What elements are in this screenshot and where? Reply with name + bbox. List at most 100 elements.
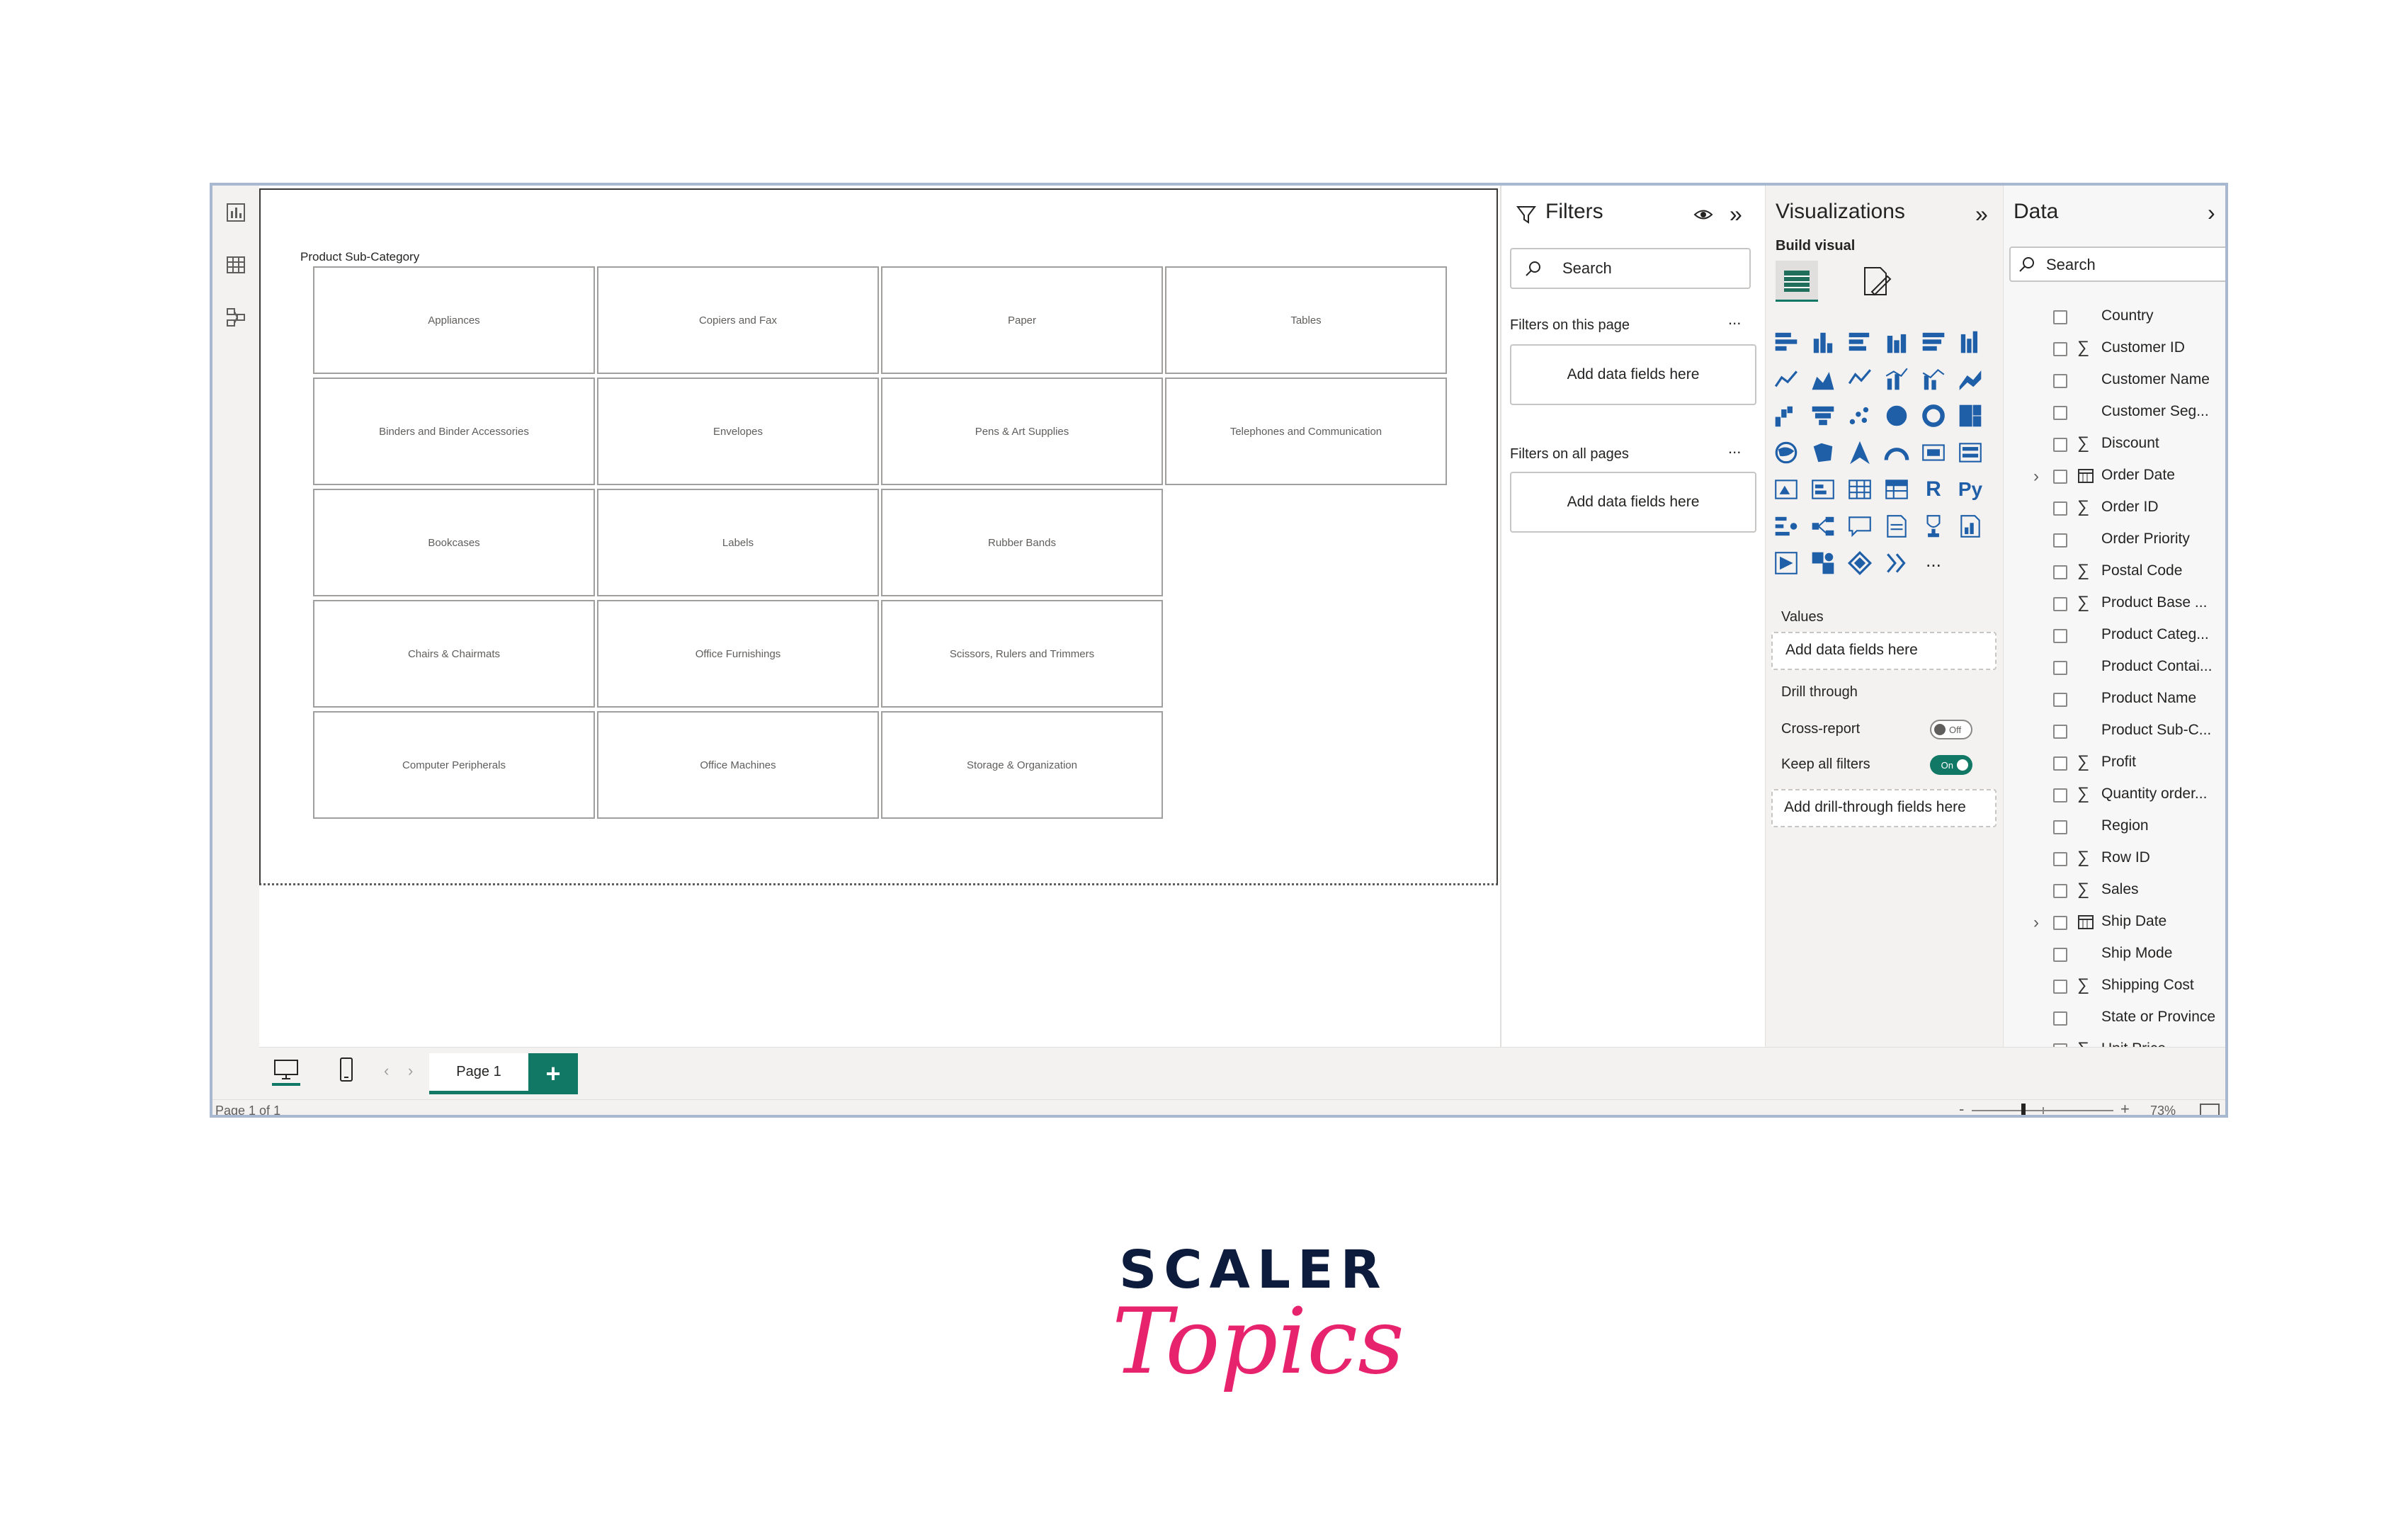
data-field-row[interactable]: › Order Date [2004, 461, 2225, 493]
treemap-visual-icon[interactable] [1957, 402, 1984, 429]
narrative-visual-icon[interactable] [1883, 513, 1910, 540]
expand-chevron-icon[interactable]: › [2033, 467, 2039, 487]
diamond-visual-icon[interactable] [1846, 550, 1873, 577]
data-field-row[interactable]: ∑ Order ID [2004, 493, 2225, 525]
slicer-visual[interactable]: Appliances Copiers and Fax Paper Tables Bind… [313, 266, 1447, 823]
field-checkbox[interactable] [2053, 310, 2067, 324]
paginated-visual-icon[interactable] [1957, 513, 1984, 540]
data-field-row[interactable]: Product Sub-C... [2004, 716, 2225, 748]
map-visual-icon[interactable] [1773, 439, 1800, 466]
area-visual-icon[interactable] [1810, 365, 1836, 392]
keep-all-filters-toggle[interactable]: On [1930, 755, 1972, 775]
field-checkbox[interactable] [2053, 756, 2067, 771]
qa-visual-icon[interactable] [1846, 513, 1873, 540]
field-checkbox[interactable] [2053, 693, 2067, 707]
data-field-row[interactable]: State or Province [2004, 1003, 2225, 1035]
zoom-out-button[interactable]: - [1959, 1100, 1964, 1115]
decomp-visual-icon[interactable] [1810, 513, 1836, 540]
zoom-level[interactable]: 73% [2150, 1104, 2176, 1115]
scatter-visual-icon[interactable] [1846, 402, 1873, 429]
slicer-visual-type-icon[interactable] [1776, 261, 1818, 302]
field-checkbox[interactable] [2053, 597, 2067, 611]
cross-report-toggle[interactable]: Off [1930, 720, 1972, 739]
desktop-layout-icon[interactable] [272, 1057, 300, 1086]
data-field-row[interactable]: ∑ Sales [2004, 875, 2225, 907]
data-field-row[interactable]: › Ship Date [2004, 907, 2225, 939]
data-field-row[interactable]: Order Priority [2004, 525, 2225, 557]
slicer-tile[interactable]: Office Machines [597, 711, 879, 819]
field-checkbox[interactable] [2053, 342, 2067, 356]
collapse-visualizations-icon[interactable]: » [1975, 201, 1988, 227]
slicer-tile[interactable]: Storage & Organization [881, 711, 1163, 819]
trophy-visual-icon[interactable] [1920, 513, 1947, 540]
slicer-tile[interactable]: Tables [1165, 266, 1447, 374]
azure-visual-icon[interactable] [1846, 439, 1873, 466]
keyinfl-visual-icon[interactable] [1773, 513, 1800, 540]
expand-chevron-icon[interactable]: › [2033, 913, 2039, 933]
field-checkbox[interactable] [2053, 1011, 2067, 1026]
mobile-layout-icon[interactable] [336, 1056, 357, 1084]
slicer-tile[interactable]: Scissors, Rulers and Trimmers [881, 600, 1163, 708]
data-field-row[interactable]: Product Name [2004, 684, 2225, 716]
data-field-row[interactable]: ∑ Row ID [2004, 844, 2225, 875]
data-field-row[interactable]: Customer Seg... [2004, 397, 2225, 429]
field-checkbox[interactable] [2053, 661, 2067, 675]
data-field-row[interactable]: ∑ Discount [2004, 429, 2225, 461]
format-visual-icon[interactable] [1859, 263, 1895, 299]
add-page-button[interactable]: + [528, 1053, 578, 1094]
column-visual-icon[interactable] [1810, 329, 1836, 356]
filters-all-add-fields[interactable]: Add data fields here [1510, 472, 1756, 533]
field-checkbox[interactable] [2053, 788, 2067, 802]
field-checkbox[interactable] [2053, 374, 2067, 388]
filters-all-more-button[interactable]: ... [1728, 439, 1741, 458]
slicer-tile[interactable]: Pens & Art Supplies [881, 378, 1163, 485]
zoom-slider[interactable] [1972, 1104, 2113, 1115]
card-visual-icon[interactable] [1920, 439, 1947, 466]
field-checkbox[interactable] [2053, 406, 2067, 420]
values-add-fields[interactable]: Add data fields here [1771, 632, 1997, 670]
field-checkbox[interactable] [2053, 725, 2067, 739]
data-field-row[interactable]: ∑ Customer ID [2004, 334, 2225, 365]
field-checkbox[interactable] [2053, 980, 2067, 994]
slicer-tile[interactable]: Bookcases [313, 489, 595, 596]
field-checkbox[interactable] [2053, 470, 2067, 484]
drill-through-add-fields[interactable]: Add drill-through fields here [1771, 789, 1997, 827]
collapse-filters-icon[interactable]: » [1730, 201, 1742, 227]
previous-page-icon[interactable]: ‹ [384, 1062, 389, 1080]
fit-to-page-icon[interactable] [2200, 1104, 2220, 1115]
pie-visual-icon[interactable] [1883, 402, 1910, 429]
data-field-row[interactable]: Customer Name [2004, 365, 2225, 397]
field-checkbox[interactable] [2053, 916, 2067, 930]
py-visual-icon[interactable]: Py [1957, 476, 1984, 503]
slicer-tile[interactable]: Appliances [313, 266, 595, 374]
more-visual-icon[interactable]: ... [1920, 550, 1947, 577]
data-field-row[interactable]: ∑ Postal Code [2004, 557, 2225, 589]
matrix-visual-icon[interactable] [1883, 476, 1910, 503]
r-visual-icon[interactable]: R [1920, 476, 1947, 503]
multicard-visual-icon[interactable] [1957, 439, 1984, 466]
gauge-visual-icon[interactable] [1883, 439, 1910, 466]
slicer-tile[interactable]: Office Furnishings [597, 600, 879, 708]
next-page-icon[interactable]: › [408, 1062, 413, 1080]
zoom-in-button[interactable]: + [2120, 1100, 2130, 1115]
filters-page-add-fields[interactable]: Add data fields here [1510, 344, 1756, 405]
table-view-icon[interactable] [225, 254, 247, 276]
data-field-row[interactable]: ∑ Product Base ... [2004, 589, 2225, 620]
field-checkbox[interactable] [2053, 533, 2067, 548]
data-field-row[interactable]: Product Categ... [2004, 620, 2225, 652]
area2-visual-icon[interactable] [1846, 365, 1873, 392]
kpi-visual-icon[interactable] [1773, 476, 1800, 503]
slicer-tile[interactable]: Computer Peripherals [313, 711, 595, 819]
data-field-row[interactable]: Product Contai... [2004, 652, 2225, 684]
filters-page-more-button[interactable]: ... [1728, 310, 1741, 329]
slicer-tile[interactable]: Chairs & Chairmats [313, 600, 595, 708]
slicer-tile[interactable]: Binders and Binder Accessories [313, 378, 595, 485]
filledmap-visual-icon[interactable] [1810, 439, 1836, 466]
slicer-tile[interactable]: Labels [597, 489, 879, 596]
field-checkbox[interactable] [2053, 820, 2067, 834]
data-field-row[interactable]: Country [2004, 302, 2225, 334]
slicer-tile[interactable]: Envelopes [597, 378, 879, 485]
slicer-tile[interactable]: Paper [881, 266, 1163, 374]
report-page[interactable]: Product Sub-Category Appliances Copiers a… [259, 188, 1498, 885]
data-field-row[interactable]: ∑ Profit [2004, 748, 2225, 780]
